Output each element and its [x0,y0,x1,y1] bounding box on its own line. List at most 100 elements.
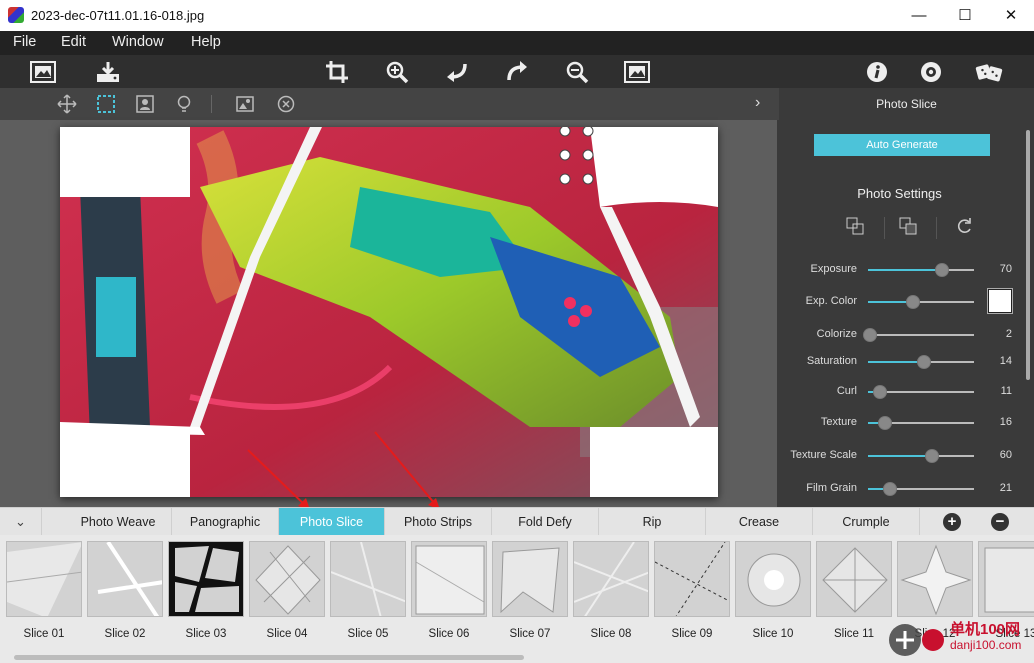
slider-value: 16 [999,416,1012,428]
zoom-out-icon[interactable] [563,58,591,86]
watermark-site: 单机100网 [950,621,1021,638]
preset-thumb[interactable] [978,541,1034,617]
slider-knob[interactable] [863,328,878,342]
fit-image-icon[interactable] [623,58,651,86]
preset-thumb[interactable] [816,541,892,617]
preset-thumb[interactable] [6,541,82,617]
tab-crease[interactable]: Crease [706,508,813,536]
preset-thumb[interactable] [897,541,973,617]
slider-colorize[interactable]: Colorize 2 [777,326,1022,344]
menu-edit[interactable]: Edit [61,34,86,50]
app-window: 2023-dec-07t11.01.16-018.jpg — ☐ ✕ File … [0,0,1034,663]
paste-settings-icon[interactable] [897,215,919,237]
maximize-button[interactable]: ☐ [942,0,988,31]
slider-knob[interactable] [877,416,892,430]
slider-knob[interactable] [872,385,887,399]
slider-knob[interactable] [924,449,939,463]
preset-thumb[interactable] [573,541,649,617]
watermark: 单机100网 danji100.com [887,620,1034,660]
tab-photo-strips[interactable]: Photo Strips [385,508,492,536]
panel-divider [936,217,937,239]
chevron-down-icon[interactable]: ⌄ [0,508,42,536]
slider-knob[interactable] [935,263,950,277]
menu-bar: File Edit Window Help [0,31,1034,55]
tab-photo-weave[interactable]: Photo Weave [65,508,172,536]
preset-thumb[interactable] [654,541,730,617]
preset-thumb[interactable] [330,541,406,617]
chevron-right-icon[interactable]: › [755,94,760,112]
preset-label: Slice 01 [23,628,65,640]
preset-label: Slice 08 [590,628,632,640]
preset-label: Slice 06 [428,628,470,640]
preset-thumb[interactable] [492,541,568,617]
crop-icon[interactable] [323,58,351,86]
preset-scrollbar[interactable] [14,655,524,660]
main-toolbar [0,55,1034,88]
slider-exposure[interactable]: Exposure 70 [777,261,1022,279]
slider-label: Texture [820,416,857,428]
settings-panel: Auto Generate Photo Settings Exposure 70… [777,120,1034,507]
minimize-button[interactable]: — [896,0,942,31]
move-icon[interactable] [56,93,78,115]
preset-label: Slice 04 [266,628,308,640]
slider-curl[interactable]: Curl 11 [777,383,1022,401]
tab-photo-slice[interactable]: Photo Slice [279,508,385,536]
close-button[interactable]: ✕ [988,0,1034,31]
zoom-in-icon[interactable] [383,58,411,86]
slider-label: Exp. Color [805,295,857,307]
image-mask-icon[interactable] [234,93,256,115]
auto-generate-button[interactable]: Auto Generate [814,134,990,156]
copy-settings-icon[interactable] [844,215,866,237]
select-rect-icon[interactable] [95,93,117,115]
slider-texture[interactable]: Texture 16 [777,414,1022,432]
toolbar-divider [211,95,212,113]
menu-window[interactable]: Window [112,34,164,50]
preset-thumb[interactable] [411,541,487,617]
add-preset-button[interactable]: + [943,513,961,531]
effect-tab-bar: ⌄ Photo Weave Panographic Photo Slice Ph… [0,507,1034,536]
panel-title: Photo Slice [779,88,1034,120]
exposure-color-swatch[interactable] [987,288,1013,314]
lightbulb-icon[interactable] [173,93,195,115]
preset-thumb[interactable] [249,541,325,617]
preset-thumb[interactable] [168,541,244,617]
redo-icon[interactable] [503,58,531,86]
preset-label: Slice 11 [833,628,875,640]
tab-fold-defy[interactable]: Fold Defy [492,508,599,536]
settings-icon[interactable] [917,58,945,86]
save-icon[interactable] [94,58,122,86]
tab-crumple[interactable]: Crumple [813,508,920,536]
undo-icon[interactable] [443,58,471,86]
portrait-crop-icon[interactable] [134,93,156,115]
slider-label: Colorize [816,328,857,340]
slider-label: Film Grain [806,482,857,494]
tab-panographic[interactable]: Panographic [172,508,279,536]
slider-knob[interactable] [883,482,898,496]
open-image-icon[interactable] [29,58,57,86]
slider-value: 14 [999,355,1012,367]
slider-knob[interactable] [905,295,920,309]
canvas-area [0,120,777,511]
slider-exp-color[interactable]: Exp. Color [777,293,1022,311]
random-dice-icon[interactable] [975,58,1003,86]
tab-rip[interactable]: Rip [599,508,706,536]
close-circle-icon[interactable] [275,93,297,115]
panel-scrollbar[interactable] [1026,130,1030,380]
preset-thumb[interactable] [735,541,811,617]
preset-thumb[interactable] [87,541,163,617]
slider-saturation[interactable]: Saturation 14 [777,353,1022,371]
menu-help[interactable]: Help [191,34,221,50]
menu-file[interactable]: File [13,34,36,50]
remove-preset-button[interactable]: − [991,513,1009,531]
watermark-url: danji100.com [950,638,1022,652]
info-icon[interactable] [863,58,891,86]
photo-settings-title: Photo Settings [857,186,942,201]
slider-texture-scale[interactable]: Texture Scale 60 [777,447,1022,465]
slider-film-grain[interactable]: Film Grain 21 [777,480,1022,498]
slider-knob[interactable] [917,355,932,369]
slider-value: 60 [999,449,1012,461]
annotation-arrows [247,431,441,511]
app-icon [8,7,24,23]
window-title: 2023-dec-07t11.01.16-018.jpg [31,8,205,23]
reset-icon[interactable] [953,215,975,237]
